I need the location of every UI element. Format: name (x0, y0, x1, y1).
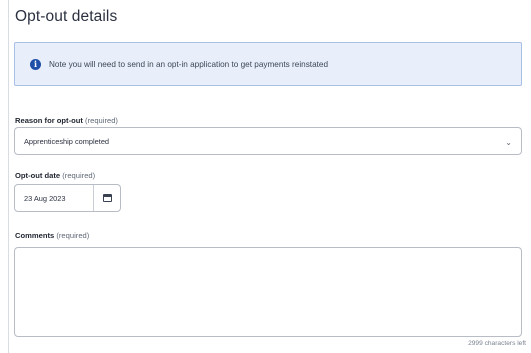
date-label: Opt-out date (required) (15, 171, 95, 180)
reason-label-text: Reason for opt-out (15, 116, 83, 125)
comments-required-hint: (required) (56, 231, 90, 240)
info-banner-text: Note you will need to send in an opt-in … (49, 59, 329, 69)
info-icon: i (30, 58, 41, 70)
date-label-text: Opt-out date (15, 171, 61, 180)
characters-left-count: 2999 characters left (468, 340, 526, 347)
reason-selected-value: Apprenticeship completed (24, 136, 110, 146)
chevron-down-icon: ⌄ (505, 137, 512, 147)
left-divider (8, 0, 9, 353)
date-required-hint: (required) (62, 171, 96, 180)
page-title: Opt-out details (15, 8, 118, 25)
reason-label: Reason for opt-out (required) (15, 116, 118, 125)
calendar-button[interactable] (94, 185, 120, 211)
date-input-value[interactable]: 23 Aug 2023 (24, 194, 93, 203)
reason-required-hint: (required) (85, 116, 118, 125)
opt-out-date-field[interactable]: 23 Aug 2023 (14, 184, 121, 212)
calendar-icon (102, 194, 112, 202)
comments-textarea[interactable] (14, 247, 522, 337)
comments-label-text: Comments (15, 231, 55, 240)
reason-select[interactable]: Apprenticeship completed ⌄ (14, 127, 522, 155)
info-banner: i Note you will need to send in an opt-i… (14, 42, 522, 86)
comments-label: Comments (required) (15, 231, 89, 240)
